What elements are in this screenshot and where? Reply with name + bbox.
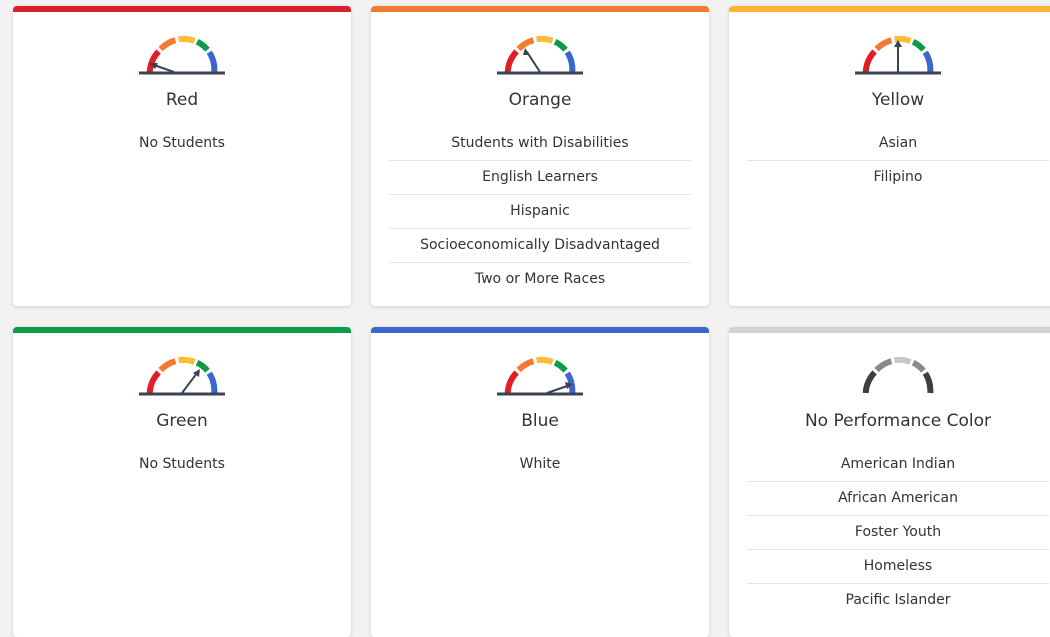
card-title: Orange: [508, 90, 572, 110]
list-item: Filipino: [747, 160, 1049, 194]
student-group-list: Asian Filipino: [747, 127, 1049, 194]
performance-card-no-color: No Performance Color American Indian Afr…: [729, 327, 1050, 637]
list-item: Students with Disabilities: [451, 135, 629, 151]
performance-card-red: Red No Students: [13, 6, 351, 306]
list-item: English Learners: [389, 160, 691, 194]
list-item: Socioeconomically Disadvantaged: [389, 228, 691, 262]
card-accent-bar: [13, 327, 351, 333]
list-item: Two or More Races: [389, 262, 691, 296]
list-item: Hispanic: [389, 194, 691, 228]
list-item: Pacific Islander: [747, 583, 1049, 617]
performance-card-orange: Orange Students with Disabilities Englis…: [371, 6, 709, 306]
student-group-white: White: [519, 456, 561, 472]
student-group-list: American Indian African American Foster …: [747, 448, 1049, 617]
gauge-yellow-icon: [855, 35, 941, 75]
card-accent-bar: [729, 6, 1050, 12]
card-accent-bar: [729, 327, 1050, 333]
list-item: African American: [747, 481, 1049, 515]
no-students-text: No Students: [139, 135, 225, 151]
card-accent-bar: [371, 327, 709, 333]
card-title: Yellow: [871, 90, 925, 110]
card-title: Red: [165, 90, 199, 110]
card-title: Blue: [521, 411, 559, 431]
card-title: No Performance Color: [804, 411, 992, 431]
card-accent-bar: [13, 6, 351, 12]
gauge-green-icon: [139, 356, 225, 396]
student-group-list: Students with Disabilities English Learn…: [389, 127, 691, 296]
gauge-red-icon: [139, 35, 225, 75]
performance-card-green: Green No Students: [13, 327, 351, 637]
list-item: Foster Youth: [747, 515, 1049, 549]
no-students-text: No Students: [139, 456, 225, 472]
list-item: American Indian: [840, 456, 956, 472]
card-accent-bar: [371, 6, 709, 12]
gauge-gray-icon: [862, 356, 934, 394]
list-item: Homeless: [747, 549, 1049, 583]
card-title: Green: [156, 411, 208, 431]
performance-card-blue: Blue White: [371, 327, 709, 637]
list-item: Asian: [878, 135, 918, 151]
performance-card-yellow: Yellow Asian Filipino: [729, 6, 1050, 306]
gauge-orange-icon: [497, 35, 583, 75]
gauge-blue-icon: [497, 356, 583, 396]
